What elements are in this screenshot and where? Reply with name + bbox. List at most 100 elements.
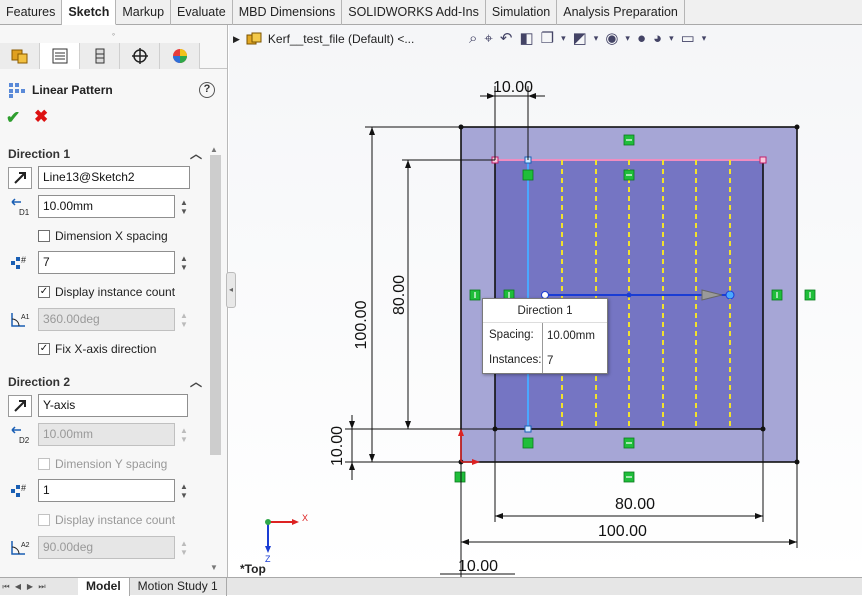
chevron-down-icon[interactable]: ▾: [594, 33, 599, 44]
tab-motion-study-1[interactable]: Motion Study 1: [130, 577, 227, 596]
direction1-spacing-row: D1 10.00mm ▲ ▼: [8, 195, 191, 218]
reverse-direction-icon[interactable]: [8, 394, 32, 417]
tab-evaluate[interactable]: Evaluate: [171, 0, 233, 25]
cancel-button[interactable]: ✖: [34, 107, 48, 127]
configuration-icon: [95, 48, 104, 64]
checkbox-box-checked[interactable]: ✓: [38, 343, 50, 355]
checkbox-box-checked[interactable]: ✓: [38, 286, 50, 298]
callout-spacing-label: Spacing:: [483, 323, 543, 348]
scrollbar-thumb[interactable]: [210, 155, 221, 455]
direction2-reference-row: Y-axis: [8, 394, 188, 417]
first-tab-icon[interactable]: ⏮: [0, 580, 12, 594]
dimension-top-small[interactable]: 10.00: [493, 79, 533, 97]
tab-sketch[interactable]: Sketch: [62, 0, 117, 25]
manager-tabs: [0, 43, 227, 69]
instances-spinner[interactable]: ▲ ▼: [177, 479, 191, 502]
callout-spacing-value[interactable]: 10.00mm: [543, 330, 595, 342]
configuration-manager-tab[interactable]: [80, 43, 120, 69]
panel-scrollbar[interactable]: ▲ ▼: [208, 145, 223, 575]
display-manager-tab[interactable]: [160, 43, 200, 69]
display-instance-count-checkbox[interactable]: ✓ Display instance count: [38, 285, 175, 299]
property-manager-tab[interactable]: [40, 43, 80, 69]
tab-solidworks-addins[interactable]: SOLIDWORKS Add-Ins: [342, 0, 486, 25]
prev-tab-icon[interactable]: ◀: [12, 580, 24, 594]
chevron-up-icon[interactable]: ︿: [190, 145, 202, 162]
scroll-up-icon[interactable]: ▲: [210, 145, 218, 154]
zoom-to-area-icon[interactable]: ⌖: [484, 30, 492, 47]
tab-analysis-preparation[interactable]: Analysis Preparation: [557, 0, 685, 25]
direction1-header[interactable]: Direction 1 ︿: [8, 147, 204, 161]
last-tab-icon[interactable]: ⏭: [36, 580, 48, 594]
document-name[interactable]: Kerf__test_file (Default) <...: [268, 32, 414, 46]
dimension-bottom-inner[interactable]: 80.00: [615, 496, 655, 514]
spacing-spinner[interactable]: ▲ ▼: [177, 195, 191, 218]
fix-x-axis-checkbox[interactable]: ✓ Fix X-axis direction: [38, 342, 156, 356]
direction-callout[interactable]: Direction 1 Spacing: 10.00mm Instances: …: [482, 298, 608, 374]
direction2-header[interactable]: Direction 2 ︿: [8, 375, 204, 389]
checkbox-label: Display instance count: [55, 285, 176, 299]
display-style-icon[interactable]: ◉: [605, 29, 618, 47]
scroll-down-icon[interactable]: ▼: [210, 563, 218, 572]
tab-mbd-dimensions[interactable]: MBD Dimensions: [233, 0, 343, 25]
checkbox-box: [38, 458, 50, 470]
callout-instances-label: Instances:: [483, 348, 543, 373]
command-manager-tabs: Features Sketch Markup Evaluate MBD Dime…: [0, 0, 862, 25]
chevron-down-icon[interactable]: ▾: [625, 33, 630, 44]
direction2-instances-row: # 1 ▲ ▼: [8, 479, 191, 502]
section-view-icon[interactable]: ◧: [519, 29, 533, 47]
panel-splitter-handle[interactable]: ◂: [226, 272, 236, 308]
direction2-reference-field[interactable]: Y-axis: [38, 394, 188, 417]
help-button[interactable]: ?: [199, 82, 215, 98]
panel-grip[interactable]: ◦: [0, 25, 227, 43]
direction2-spacing-row: D2 10.00mm ▲ ▼: [8, 423, 191, 446]
chevron-up-icon[interactable]: ︿: [190, 373, 202, 390]
zoom-to-fit-icon[interactable]: ⌕: [469, 30, 477, 47]
checkbox-box[interactable]: [38, 230, 50, 242]
tab-model[interactable]: Model: [78, 577, 130, 596]
tab-spacer: [48, 580, 78, 594]
feature-manager-tab[interactable]: [0, 43, 40, 69]
checkbox-label: Dimension Y spacing: [55, 457, 168, 471]
checkbox-label: Dimension X spacing: [55, 229, 168, 243]
checkbox-box: [38, 514, 50, 526]
dimension-left-bottom[interactable]: 10.00: [329, 426, 347, 466]
angle-spinner: ▲ ▼: [180, 310, 188, 329]
dimension-bottom-outer[interactable]: 100.00: [598, 523, 647, 541]
view-orientation-icon[interactable]: ◩: [573, 29, 587, 47]
reverse-direction-icon[interactable]: [8, 166, 32, 189]
dimension-left-inner[interactable]: 80.00: [391, 275, 409, 315]
direction2-instances-field[interactable]: 1: [38, 479, 175, 502]
chevron-down-icon[interactable]: ▾: [669, 33, 674, 44]
previous-view-icon[interactable]: ↶: [500, 29, 513, 47]
dynamic-annotation-icon[interactable]: ❐: [541, 29, 554, 47]
svg-text:D1: D1: [19, 208, 30, 217]
direction2-spacing-field: 10.00mm: [38, 423, 175, 446]
tab-markup[interactable]: Markup: [116, 0, 172, 25]
callout-instances-value[interactable]: 7: [543, 355, 553, 367]
direction1-instances-field[interactable]: 7: [38, 251, 175, 274]
direction1-reference-field[interactable]: Line13@Sketch2: [38, 166, 190, 189]
hide-show-icon[interactable]: ●: [637, 30, 646, 47]
tab-simulation[interactable]: Simulation: [486, 0, 558, 25]
ok-button[interactable]: ✔: [6, 108, 20, 128]
chevron-down-icon[interactable]: ▾: [561, 33, 566, 44]
svg-text:A2: A2: [21, 542, 30, 549]
display-instance-count-2-checkbox: Display instance count: [38, 513, 175, 527]
part-icon: [246, 32, 262, 45]
next-tab-icon[interactable]: ▶: [24, 580, 36, 594]
dimension-x-spacing-checkbox[interactable]: Dimension X spacing: [38, 229, 168, 243]
tab-features[interactable]: Features: [0, 0, 63, 25]
expand-arrow-icon[interactable]: ▶: [233, 34, 240, 45]
svg-text:A1: A1: [21, 314, 30, 321]
instances-spinner[interactable]: ▲ ▼: [177, 251, 191, 274]
appearance-icon[interactable]: ◕: [653, 30, 662, 47]
angle-a2-icon: A2: [8, 537, 32, 559]
dimxpert-tab[interactable]: [120, 43, 160, 69]
view-settings-icon[interactable]: ▭: [681, 29, 695, 47]
chevron-down-icon[interactable]: ▾: [702, 33, 707, 44]
dimension-left-outer[interactable]: 100.00: [353, 300, 371, 350]
dimension-bottom-small[interactable]: 10.00: [458, 558, 498, 576]
callout-title: Direction 1: [483, 299, 607, 323]
direction1-spacing-field[interactable]: 10.00mm: [38, 195, 175, 218]
crosshair-icon: [131, 48, 148, 64]
